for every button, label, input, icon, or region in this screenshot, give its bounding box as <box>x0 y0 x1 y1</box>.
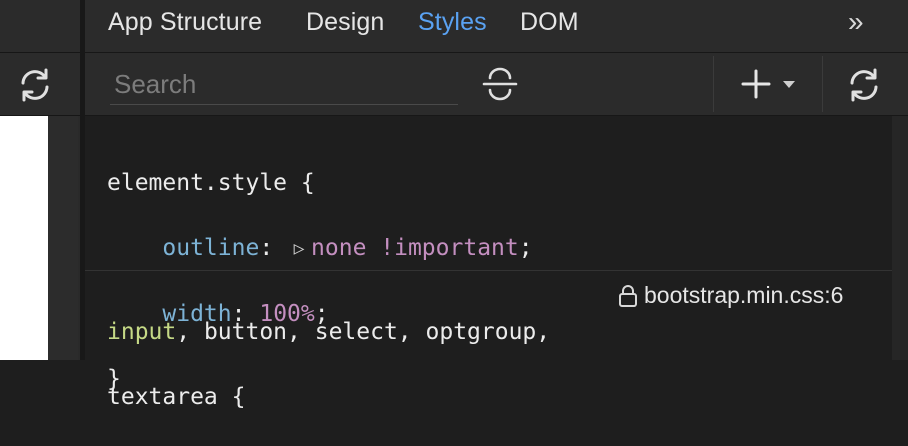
refresh-styles-button[interactable] <box>842 64 886 106</box>
panel-gutter <box>48 116 78 360</box>
toolbar-separator <box>713 56 714 112</box>
style-rule-input: input, button, select, optgroup, textare… <box>107 283 550 446</box>
page-preview <box>0 116 48 360</box>
strikethrough-filter-icon <box>482 67 518 101</box>
scrollbar[interactable] <box>892 116 908 360</box>
search-input[interactable] <box>110 64 458 105</box>
rule-source-link[interactable]: bootstrap.min.css:6 <box>618 282 843 309</box>
add-rule-icon <box>741 69 771 99</box>
tab-styles[interactable]: Styles <box>418 8 487 37</box>
tab-app-structure[interactable]: App Structure <box>108 8 262 37</box>
tab-dom[interactable]: DOM <box>520 8 579 37</box>
refresh-icon <box>21 68 49 102</box>
rule-selector-line: element.style { <box>107 167 533 200</box>
rule-selector-rest[interactable]: , button, select, optgroup, <box>176 319 550 345</box>
rule-selector[interactable]: element.style <box>107 170 287 196</box>
left-refresh-button[interactable] <box>14 66 56 104</box>
property-value[interactable]: none !important <box>311 235 519 261</box>
toolbar-separator <box>822 56 823 112</box>
tab-design[interactable]: Design <box>306 8 384 37</box>
add-rule-button[interactable] <box>734 64 804 104</box>
matched-selector[interactable]: input <box>107 319 176 345</box>
declaration-outline[interactable]: outline: ▷ none !important; <box>107 232 532 266</box>
filter-button[interactable] <box>478 62 522 106</box>
source-file-label[interactable]: bootstrap.min.css:6 <box>644 282 843 309</box>
open-brace: { <box>300 169 315 196</box>
refresh-icon <box>850 68 878 102</box>
property-name[interactable]: outline <box>162 235 259 261</box>
rule-divider <box>85 270 892 271</box>
tab-overflow-button[interactable]: » <box>848 6 864 38</box>
chevron-down-icon <box>783 81 795 88</box>
rule-selector-line2[interactable]: textarea { <box>107 381 550 414</box>
lock-icon <box>619 284 637 307</box>
expand-triangle-icon[interactable]: ▷ <box>287 233 311 266</box>
rule-selector-line: input, button, select, optgroup, <box>107 316 550 349</box>
left-panel-header <box>0 0 80 53</box>
